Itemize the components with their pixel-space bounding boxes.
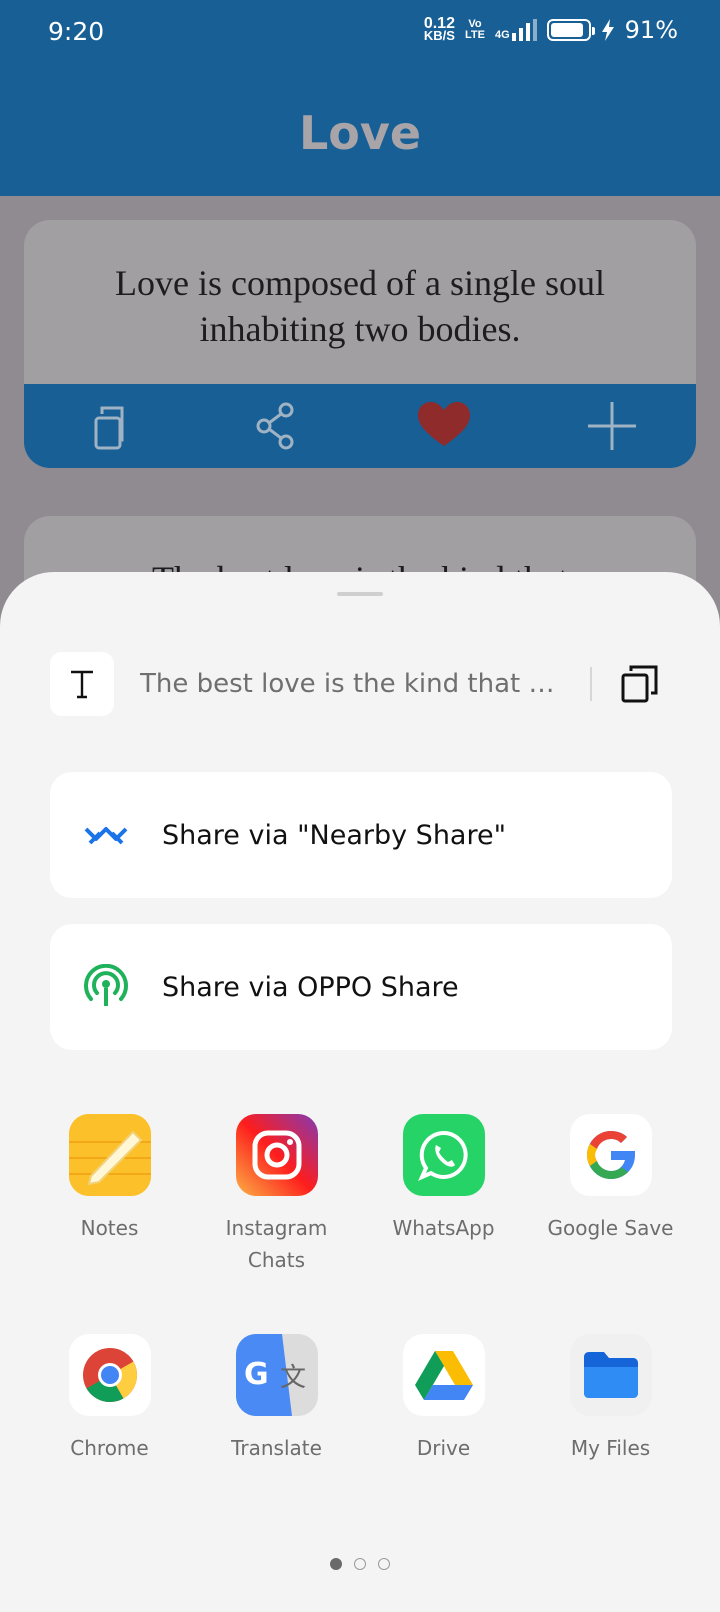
app-label: Google Save	[547, 1216, 674, 1240]
share-sheet: The best love is the kind that awa… Shar…	[0, 572, 720, 1612]
whatsapp-icon	[402, 1114, 485, 1196]
oppo-share-label: Share via OPPO Share	[162, 971, 459, 1003]
app-label: Drive	[416, 1436, 471, 1460]
folder-icon	[569, 1334, 652, 1416]
app-chrome[interactable]: Chrome	[26, 1334, 193, 1464]
battery-icon	[546, 19, 595, 41]
app-translate[interactable]: G文 Translate	[193, 1334, 360, 1464]
quote-actions	[24, 384, 696, 468]
signal-indicator: 4G	[495, 19, 537, 41]
page-dot[interactable]	[378, 1558, 390, 1570]
shared-text-preview: The best love is the kind that awa…	[50, 652, 670, 716]
svg-text:G: G	[244, 1357, 269, 1392]
heart-icon[interactable]	[414, 396, 474, 456]
oppo-share-icon	[80, 961, 132, 1013]
app-grid-row: Notes Instagram Chats WhatsApp Google Sa…	[26, 1114, 694, 1276]
chrome-icon	[68, 1334, 151, 1416]
app-drive[interactable]: Drive	[360, 1334, 527, 1464]
app-header: 9:20 0.12 KB/S Vo LTE 4G 91% Love	[0, 0, 720, 196]
svg-text:文: 文	[280, 1363, 306, 1393]
app-grid-row: Chrome G文 Translate Drive My Files	[26, 1334, 694, 1464]
drag-handle[interactable]	[337, 592, 383, 596]
share-icon[interactable]	[246, 396, 306, 456]
battery-percent: 91%	[624, 16, 678, 44]
app-label: WhatsApp	[392, 1216, 495, 1240]
app-label: Chrome	[70, 1436, 149, 1460]
status-bar: 9:20 0.12 KB/S Vo LTE 4G 91%	[0, 0, 720, 66]
page-dot[interactable]	[330, 1558, 342, 1570]
app-whatsapp[interactable]: WhatsApp	[360, 1114, 527, 1276]
instagram-icon	[235, 1114, 318, 1196]
signal-bars-icon	[511, 19, 537, 41]
charging-icon	[601, 19, 614, 41]
app-my-files[interactable]: My Files	[527, 1334, 694, 1464]
page-title: Love	[298, 106, 422, 160]
volte-indicator: Vo LTE	[464, 18, 485, 41]
nearby-share-icon	[80, 809, 132, 861]
copy-icon	[621, 665, 658, 703]
text-type-icon	[50, 652, 114, 716]
add-icon[interactable]	[582, 396, 642, 456]
google-icon	[569, 1114, 652, 1196]
quote-card: Love is composed of a single soul inhabi…	[24, 220, 696, 468]
network-speed: 0.12 KB/S	[423, 15, 455, 43]
page-indicator	[0, 1558, 720, 1570]
app-notes[interactable]: Notes	[26, 1114, 193, 1276]
page-dot[interactable]	[354, 1558, 366, 1570]
status-time: 9:20	[48, 17, 105, 46]
status-indicators: 0.12 KB/S Vo LTE 4G 91%	[423, 15, 678, 45]
app-label: Translate	[231, 1436, 322, 1460]
notes-icon	[68, 1114, 151, 1196]
oppo-share-option[interactable]: Share via OPPO Share	[50, 924, 672, 1050]
nearby-share-label: Share via "Nearby Share"	[162, 819, 507, 851]
drive-icon	[402, 1334, 485, 1416]
copy-text-button[interactable]	[620, 664, 660, 704]
app-label: My Files	[570, 1436, 651, 1460]
app-google-save[interactable]: Google Save	[527, 1114, 694, 1276]
app-label: Instagram Chats	[225, 1216, 328, 1272]
app-instagram-chats[interactable]: Instagram Chats	[193, 1114, 360, 1276]
nearby-share-option[interactable]: Share via "Nearby Share"	[50, 772, 672, 898]
divider	[590, 667, 592, 701]
quote-text: Love is composed of a single soul inhabi…	[115, 263, 605, 349]
app-label: Notes	[80, 1216, 139, 1240]
preview-text: The best love is the kind that awa…	[140, 669, 570, 699]
copy-icon[interactable]	[78, 396, 138, 456]
translate-icon: G文	[235, 1334, 318, 1416]
